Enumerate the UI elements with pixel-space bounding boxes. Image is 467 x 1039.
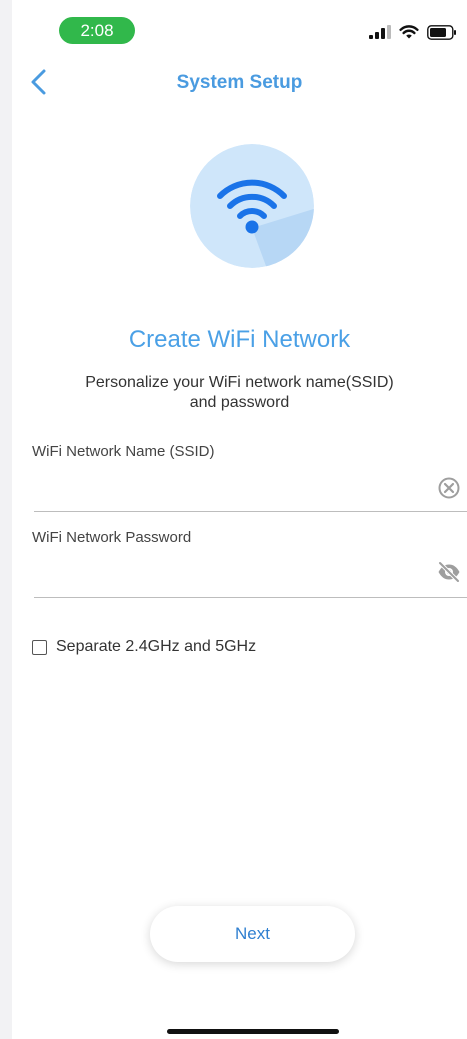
status-time: 2:08: [59, 17, 135, 44]
separate-bands-label: Separate 2.4GHz and 5GHz: [56, 638, 257, 655]
ssid-input[interactable]: [34, 474, 414, 504]
subtitle: Personalize your WiFi network name(SSID)…: [52, 373, 427, 413]
password-label: WiFi Network Password: [32, 529, 192, 546]
system-setup-screen: 2:08 System Setup Create WiFi Network Pe…: [12, 0, 467, 1039]
home-indicator: [167, 1029, 339, 1034]
cellular-signal-icon: [369, 25, 391, 39]
ssid-underline: [34, 511, 467, 512]
separate-bands-option[interactable]: Separate 2.4GHz and 5GHz: [32, 638, 256, 656]
subtitle-line-2: and password: [189, 394, 290, 411]
password-underline: [34, 597, 467, 598]
next-button[interactable]: Next: [150, 906, 355, 962]
page-title: System Setup: [176, 72, 303, 93]
wifi-illustration: [190, 144, 314, 268]
status-icons: [369, 22, 457, 42]
subtitle-line-1: Personalize your WiFi network name(SSID): [85, 374, 394, 391]
create-wifi-heading: Create WiFi Network: [128, 326, 351, 353]
toggle-password-visibility-button[interactable]: [437, 560, 461, 584]
clear-icon: [438, 477, 460, 499]
eye-off-icon: [438, 561, 460, 583]
ssid-label: WiFi Network Name (SSID): [32, 443, 215, 460]
password-input[interactable]: [34, 560, 414, 590]
clear-ssid-button[interactable]: [437, 476, 461, 500]
battery-icon: [427, 24, 456, 40]
separate-bands-checkbox[interactable]: [32, 639, 47, 655]
wifi-status-icon: [399, 24, 419, 38]
wifi-icon: [190, 144, 314, 268]
